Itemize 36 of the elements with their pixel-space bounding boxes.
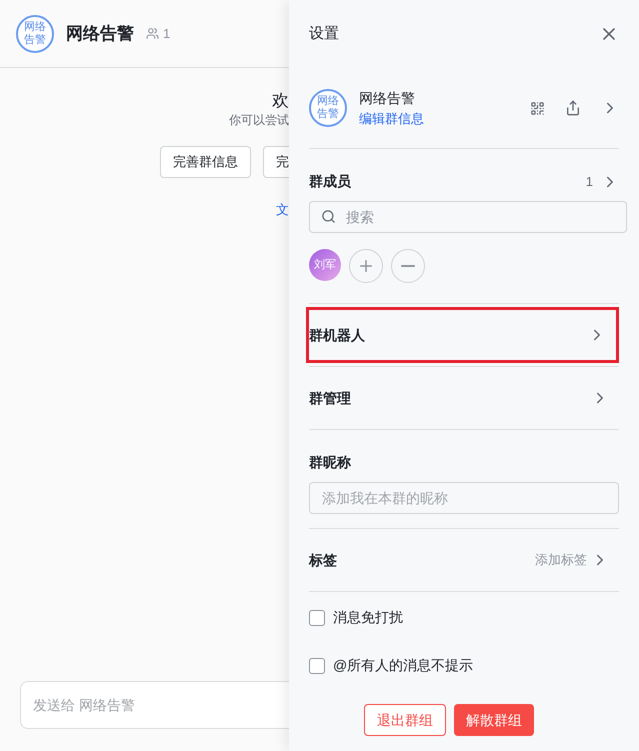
- option-label: 消息免打扰: [333, 608, 403, 627]
- leave-group-button[interactable]: 退出群组: [364, 704, 446, 736]
- nickname-field[interactable]: 添加我在本群的昵称: [309, 482, 619, 514]
- settings-row[interactable]: 群管理: [309, 370, 619, 426]
- group-avatar: 网络告警: [309, 89, 347, 127]
- edit-group-link[interactable]: 编辑群信息: [359, 108, 518, 128]
- suggestion-button[interactable]: 完善群信息: [160, 146, 251, 178]
- search-icon: [321, 209, 336, 224]
- chat-title: 网络告警: [66, 22, 134, 45]
- drawer-title: 设置: [309, 24, 339, 44]
- link-text[interactable]: 文: [276, 200, 289, 220]
- member-count: 1: [163, 24, 170, 43]
- minus-icon: [401, 265, 415, 267]
- disband-group-button[interactable]: 解散群组: [454, 704, 534, 736]
- settings-row[interactable]: 群机器人: [306, 307, 619, 363]
- search-field[interactable]: 搜索: [309, 201, 627, 233]
- members-icon: [146, 27, 159, 40]
- qr-code-icon[interactable]: [530, 100, 545, 116]
- member-count: 1: [586, 172, 593, 191]
- welcome-text: 欢: [272, 90, 289, 112]
- group-avatar: 网络告警: [16, 14, 54, 52]
- message-field[interactable]: 发送给 网络告警: [20, 681, 289, 729]
- suggestion-button[interactable]: 完: [263, 146, 289, 178]
- add-tag-link[interactable]: 添加标签: [535, 550, 587, 570]
- remove-member-button[interactable]: [391, 249, 425, 283]
- option-label: @所有人的消息不提示: [333, 656, 474, 675]
- plus-icon: [357, 257, 375, 275]
- section-label: 标签: [309, 550, 337, 570]
- section-label: 群昵称: [309, 453, 352, 472]
- checkbox[interactable]: [309, 658, 325, 674]
- group-name: 网络告警: [359, 88, 416, 108]
- share-icon[interactable]: [565, 100, 581, 116]
- hint-text: 你可以尝试: [229, 112, 289, 128]
- member-avatar[interactable]: 刘军: [309, 249, 341, 281]
- checkbox[interactable]: [309, 610, 325, 626]
- section-label: 群成员: [309, 172, 351, 191]
